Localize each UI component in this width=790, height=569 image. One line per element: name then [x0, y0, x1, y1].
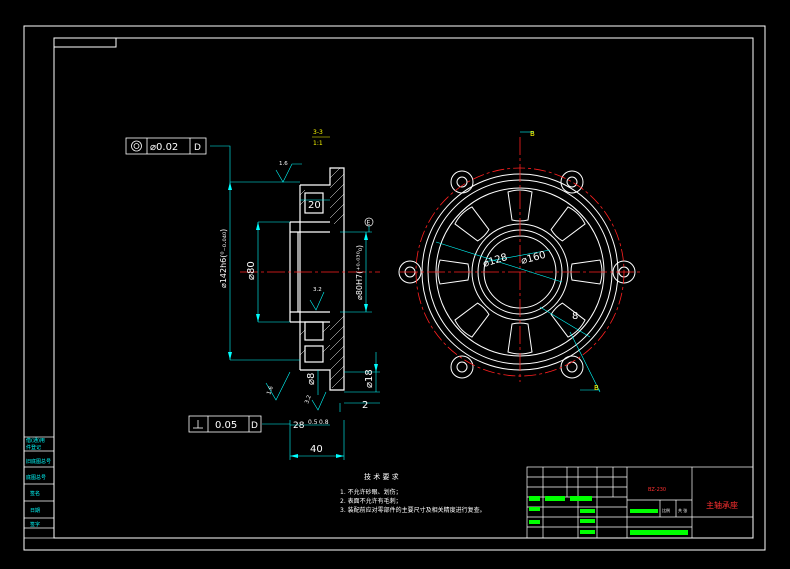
tech-item: 2. 表面不允许有毛刺； [340, 497, 402, 505]
roughness-top: 1.6 [279, 161, 288, 167]
dim-160: ⌀160 [520, 250, 547, 267]
drawing-canvas: 借(通)用 件登记 旧底图总号 底图总号 签名 日期 签字 3-3 1:1 20… [23, 25, 766, 551]
perpendicularity-frame: 0.05 D [188, 415, 262, 433]
dim-18: ⌀18 [364, 369, 375, 388]
dim-08: 0.8 [319, 419, 329, 426]
sheet-border [23, 25, 766, 551]
strip-label: 件登记 [26, 444, 41, 451]
tech-title: 技 术 要 求 [364, 472, 399, 481]
concentricity-datum: D [194, 143, 201, 153]
dim-05: 0.5 [308, 419, 318, 426]
dim-80: ⌀80 [246, 261, 257, 280]
dim-80h7: ⌀80H7(⁺⁰·⁰³⁰₀) [355, 245, 364, 300]
dim-2: 2 [362, 400, 368, 411]
roughness-lower-left: 1.6 [266, 385, 275, 396]
dim-r8: 8 [572, 311, 578, 322]
title-block-highlights [529, 496, 688, 535]
dim-142: ⌀142h6(⁰₋₀.₀₄₀) [219, 229, 228, 288]
mounting-lugs [398, 170, 636, 379]
strip-label: 旧底图总号 [26, 458, 51, 465]
dim-8: ⌀8 [306, 373, 317, 385]
roughness-texts: 1.6 3.2 1.6 3.2 [266, 161, 322, 405]
section-dim-texts: 20 ⌀142h6(⁰₋₀.₀₄₀) ⌀80 ⌀80H7(⁺⁰·⁰³⁰₀) ⌀8… [219, 200, 375, 455]
strip-label: 底图总号 [26, 474, 46, 481]
front-view: ⌀128 ⌀160 8 B B [398, 130, 640, 393]
dim-40: 40 [310, 444, 323, 455]
mark-b-bottom: B [594, 384, 599, 392]
strip-label: 借(通)用 [26, 437, 45, 444]
strip-label: 签字 [30, 521, 40, 528]
section-hatching [299, 167, 345, 389]
scale-label: 比例 [662, 507, 670, 513]
concentricity-frame: ⌀0.02 D [125, 137, 207, 155]
section-dimensions [210, 145, 380, 460]
mark-b-top: B [530, 130, 535, 138]
tech-item: 1. 不允许砂眼、划伤； [340, 488, 402, 496]
strip-label: 签名 [30, 490, 40, 497]
roughness-lower-mid: 3.2 [304, 394, 313, 404]
section-label-bottom: 1:1 [313, 140, 323, 147]
dim-20: 20 [308, 200, 321, 211]
sheet-label: 共 张 [678, 507, 687, 513]
perpendicularity-datum: D [251, 421, 258, 431]
perpendicularity-value: 0.05 [215, 420, 237, 431]
dim-128: ⌀128 [482, 252, 509, 270]
strip-label: 日期 [30, 508, 40, 514]
drawing-code: BZ-230 [648, 487, 666, 493]
section-arrowheads [228, 182, 378, 458]
roughness-inner: 3.2 [313, 287, 322, 293]
datum-e-label: E [367, 220, 371, 227]
dim-28: 28 [293, 421, 305, 431]
tech-item: 3. 装配前应对零部件的主要尺寸及相关精度进行复查。 [340, 506, 486, 514]
concentricity-icon [131, 140, 142, 152]
drawing-name: 主轴承座 [706, 500, 738, 510]
front-dim-texts: ⌀128 ⌀160 8 B B [482, 130, 599, 392]
datum-marker-e: E [364, 217, 374, 232]
section-label: 3-3 1:1 [312, 129, 330, 147]
tech-requirements: 技 术 要 求 1. 不允许砂眼、划伤； 2. 表面不允许有毛刺； 3. 装配前… [340, 472, 486, 514]
concentricity-value: ⌀0.02 [150, 142, 178, 153]
section-label-top: 3-3 [313, 129, 323, 136]
perpendicularity-icon [193, 420, 203, 429]
